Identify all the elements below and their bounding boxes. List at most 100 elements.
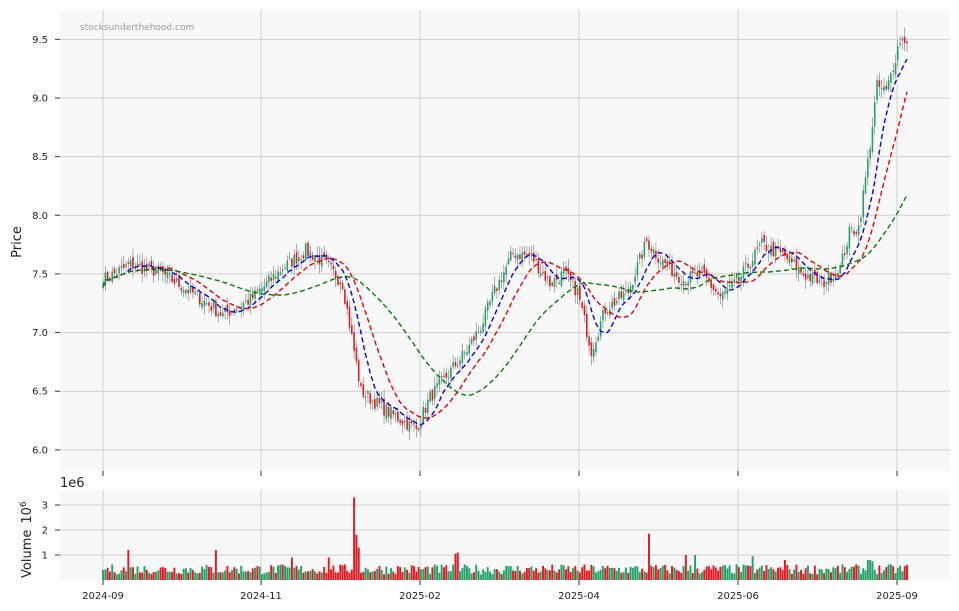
candle-body [615,300,618,304]
volume-bar [486,567,489,580]
candle-body [371,400,374,402]
candle-body [507,258,510,265]
volume-bar [378,566,381,580]
candle-body [532,252,535,262]
volume-bar [631,567,634,580]
candle-body [873,102,876,127]
volume-bar [251,568,254,580]
candle-body [843,253,846,256]
candle-body [747,263,749,268]
candle-body [226,304,229,313]
candle-body [696,272,699,277]
volume-bar [887,564,890,580]
volume-bar [106,567,109,580]
volume-bar [896,567,899,580]
candle-body [221,312,224,317]
volume-bar [650,565,653,580]
candle-body [754,249,756,265]
candle-body [314,256,316,263]
price-tick-label: 8.5 [32,152,48,163]
volume-bar [134,573,137,580]
volume-bar [514,571,517,580]
candle-body [401,420,404,425]
volume-bar [703,569,706,580]
volume-panel [60,490,950,580]
volume-bar [150,574,153,580]
candle-body [268,275,270,283]
candle-body [576,287,579,296]
candle-body [332,265,335,270]
candle-body [496,288,498,291]
volume-bar [823,573,826,580]
volume-bar [396,566,399,580]
volume-bar [491,573,494,580]
candle-body [503,272,505,283]
candle-body [330,262,332,265]
volume-bar [518,570,521,580]
candle-body [185,289,187,294]
volume-bar [806,565,809,580]
candle-body [431,390,434,401]
candle-body [468,344,471,354]
volume-bar [618,567,621,580]
volume-bar [827,569,830,580]
candle-body [475,331,478,340]
candle-body [509,251,512,261]
volume-bar [611,567,614,580]
candle-body [657,258,660,263]
volume-bar [645,572,648,580]
candle-body [871,126,874,153]
volume-bar [332,565,335,580]
candle-body [447,377,450,379]
volume-bar [721,565,724,580]
candle-body [157,265,160,274]
candle-body [756,247,759,249]
volume-bar [765,565,768,580]
candle-body [394,413,397,415]
candle-body [765,244,768,252]
candle-body [816,271,818,284]
candle-body [825,282,828,285]
volume-bar [551,564,554,580]
candle-body [664,259,666,264]
volume-bar [565,569,568,580]
volume-bar [546,569,549,580]
volume-bar [125,571,128,580]
candle-body [860,217,862,222]
candle-body [256,290,259,292]
candle-body [477,331,480,333]
volume-bar [385,566,388,580]
volume-offset-text: 1e6 [60,476,85,491]
candle-body [579,285,581,300]
candle-body [781,249,784,253]
volume-bar [403,567,406,580]
volume-bar [212,572,215,580]
candle-body [611,301,613,309]
volume-bar [258,566,261,580]
candle-body [505,266,507,276]
candle-body [791,258,793,263]
candle-body [549,276,551,287]
volume-bar [710,569,713,580]
volume-bar [191,570,194,580]
volume-bar [839,572,842,580]
volume-bar [260,574,263,580]
volume-bar [793,569,796,580]
volume-bar [270,565,273,580]
candle-body [599,321,602,337]
volume-bar [196,573,199,580]
volume-bar [184,568,187,580]
volume-bar [171,571,174,580]
volume-bar [300,565,303,580]
candle-body [832,278,835,282]
volume-bar [659,568,662,580]
volume-bar [505,565,508,580]
volume-bar [581,567,584,580]
volume-bar [790,573,793,580]
volume-bar [468,568,471,580]
x-tick-label: 2025-02 [399,591,441,602]
candle-body [553,277,556,287]
candle-body [261,288,263,292]
volume-bar [477,570,480,580]
volume-bar [419,569,422,580]
